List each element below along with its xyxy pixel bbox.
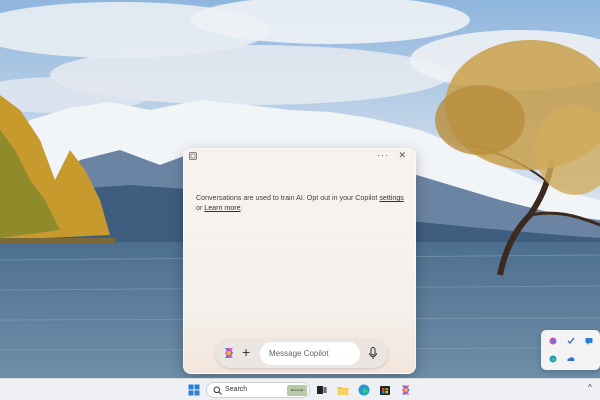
- taskbar: Search Microsoft ^: [0, 378, 600, 400]
- more-options-button[interactable]: ···: [377, 150, 389, 160]
- training-notice: Conversations are used to train AI. Opt …: [196, 193, 408, 213]
- onedrive-icon[interactable]: [567, 355, 575, 363]
- todo-check-icon[interactable]: [567, 337, 575, 345]
- copilot-icon[interactable]: [549, 337, 557, 345]
- microsoft-store-icon[interactable]: [379, 384, 391, 396]
- search-label: Search: [225, 386, 248, 393]
- task-view-icon[interactable]: [316, 384, 328, 396]
- edge-icon[interactable]: [358, 384, 370, 396]
- message-icon[interactable]: [585, 337, 593, 345]
- settings-link[interactable]: settings: [379, 194, 403, 202]
- taskbar-search[interactable]: Search Microsoft: [206, 382, 310, 398]
- copilot-icon[interactable]: [400, 384, 412, 396]
- copilot-titlebar: ··· ✕: [184, 149, 415, 165]
- search-icon: [213, 386, 222, 395]
- copilot-panel: ··· ✕ Conversations are used to train AI…: [183, 148, 416, 374]
- notice-suffix: .: [240, 204, 243, 212]
- notice-text: Conversations are used to train AI. Opt …: [196, 194, 380, 202]
- message-composer: +: [216, 339, 388, 368]
- microphone-icon[interactable]: [368, 347, 378, 360]
- copilot-icon[interactable]: [222, 346, 236, 360]
- search-highlight-badge: Microsoft: [287, 385, 307, 396]
- file-explorer-icon[interactable]: [337, 384, 349, 396]
- close-button[interactable]: ✕: [398, 150, 406, 161]
- add-attachment-button[interactable]: +: [242, 344, 250, 360]
- windows-start-icon[interactable]: [188, 384, 200, 396]
- tray-overflow-flyout: [541, 330, 600, 370]
- copilot-window-icon[interactable]: [189, 152, 197, 160]
- edge-icon[interactable]: [549, 355, 557, 363]
- message-input[interactable]: [260, 342, 360, 365]
- learn-more-link[interactable]: Learn more: [204, 204, 240, 212]
- chevron-up-icon[interactable]: ^: [588, 383, 592, 392]
